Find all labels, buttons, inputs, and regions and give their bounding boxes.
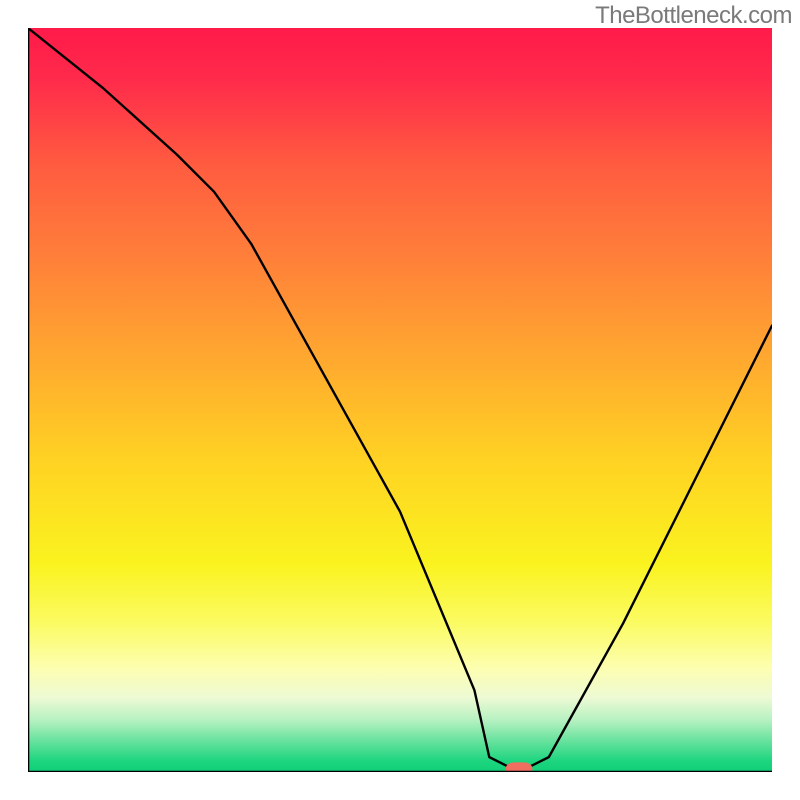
attribution-text: TheBottleneck.com xyxy=(595,2,792,30)
chart-frame: TheBottleneck.com xyxy=(0,0,800,800)
chart-svg xyxy=(28,28,772,772)
plot-area xyxy=(28,28,772,772)
gradient-backdrop xyxy=(28,28,772,772)
optimum-marker xyxy=(506,762,533,772)
